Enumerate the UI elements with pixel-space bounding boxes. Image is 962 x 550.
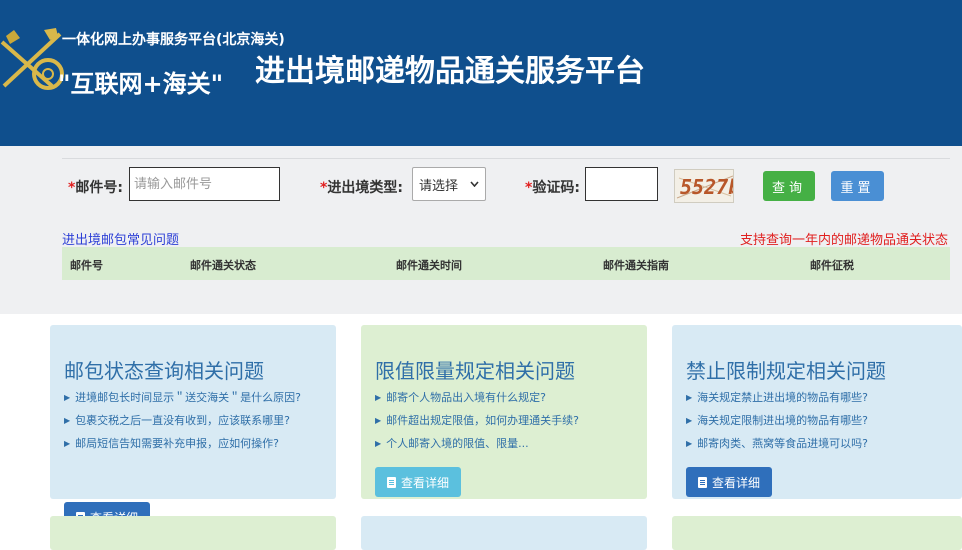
column-header-time: 邮件通关时间 <box>396 259 462 272</box>
direction-type-label: *进出境类型: <box>320 180 403 196</box>
faq-item[interactable]: 海关规定禁止进出境的物品有哪些? <box>686 389 948 407</box>
faq-item[interactable]: 邮寄肉类、燕窝等食品进境可以吗? <box>686 435 948 453</box>
card-title: 禁止限制规定相关问题 <box>686 359 886 383</box>
column-header-guide: 邮件通关指南 <box>603 259 669 272</box>
faq-card-prohibited-items: 禁止限制规定相关问题 海关规定禁止进出境的物品有哪些? 海关规定限制进出境的物品… <box>672 325 962 499</box>
faq-item[interactable]: 个人邮寄入境的限值、限量... <box>375 435 637 453</box>
faq-card-row2-3 <box>672 516 962 550</box>
direction-type-select[interactable]: 请选择 <box>412 167 486 201</box>
search-button[interactable]: 查询 <box>763 171 815 201</box>
divider <box>62 158 950 159</box>
column-header-status: 邮件通关状态 <box>190 259 256 272</box>
captcha-image[interactable]: 5527b <box>674 169 734 203</box>
page-title: 进出境邮递物品通关服务平台 <box>255 54 645 89</box>
document-icon <box>386 476 396 488</box>
faq-card-row2-2 <box>361 516 647 550</box>
faq-item[interactable]: 邮件超出规定限值，如何办理通关手续? <box>375 412 637 430</box>
card-title: 邮包状态查询相关问题 <box>64 359 264 383</box>
faq-item[interactable]: 海关规定限制进出境的物品有哪些? <box>686 412 948 430</box>
view-detail-label: 查看详细 <box>400 475 449 490</box>
column-header-tax: 邮件征税 <box>810 259 854 272</box>
chevron-down-icon <box>470 181 479 187</box>
query-range-notice: 支持查询一年内的邮递物品通关状态 <box>739 233 948 248</box>
mail-number-label: *邮件号: <box>68 180 123 196</box>
column-header-mail-number: 邮件号 <box>70 259 103 272</box>
faq-item[interactable]: 邮寄个人物品出入境有什么规定? <box>375 389 637 407</box>
header-slogan: "互联网+海关" <box>58 70 224 98</box>
view-detail-button[interactable]: 查看详细 <box>686 467 772 497</box>
view-detail-label: 查看详细 <box>711 475 760 490</box>
captcha-label: *验证码: <box>525 180 580 196</box>
faq-link[interactable]: 进出境邮包常见问题 <box>62 229 179 248</box>
faq-card-row2-1 <box>50 516 336 550</box>
faq-card-value-limits: 限值限量规定相关问题 邮寄个人物品出入境有什么规定? 邮件超出规定限值，如何办理… <box>361 325 647 499</box>
view-detail-button[interactable]: 查看详细 <box>375 467 461 497</box>
faq-list: 海关规定禁止进出境的物品有哪些? 海关规定限制进出境的物品有哪些? 邮寄肉类、燕… <box>686 389 948 458</box>
header-subtitle: 一体化网上办事服务平台(北京海关) <box>62 32 285 48</box>
document-icon <box>697 476 707 488</box>
reset-button[interactable]: 重置 <box>831 171 884 201</box>
mail-number-input[interactable] <box>129 167 280 201</box>
faq-item[interactable]: 进境邮包长时间显示＂送交海关＂是什么原因? <box>64 389 326 407</box>
faq-list: 进境邮包长时间显示＂送交海关＂是什么原因? 包裹交税之后一直没有收到，应该联系哪… <box>64 389 326 458</box>
result-table-header: 邮件号 邮件通关状态 邮件通关时间 邮件通关指南 邮件征税 <box>62 247 950 280</box>
captcha-input[interactable] <box>585 167 658 201</box>
faq-card-mail-status: 邮包状态查询相关问题 进境邮包长时间显示＂送交海关＂是什么原因? 包裹交税之后一… <box>50 325 336 532</box>
direction-selected-value: 请选择 <box>419 178 459 194</box>
page-header: 一体化网上办事服务平台(北京海关) "互联网+海关" 进出境邮递物品通关服务平台 <box>0 0 962 146</box>
captcha-text: 5527b <box>680 175 733 199</box>
faq-list: 邮寄个人物品出入境有什么规定? 邮件超出规定限值，如何办理通关手续? 个人邮寄入… <box>375 389 637 458</box>
query-panel: *邮件号: *进出境类型: 请选择 *验证码: 5527b 查询 重置 进出境邮… <box>0 146 962 314</box>
faq-item[interactable]: 邮局短信告知需要补充申报，应如何操作? <box>64 435 326 453</box>
faq-item[interactable]: 包裹交税之后一直没有收到，应该联系哪里? <box>64 412 326 430</box>
card-title: 限值限量规定相关问题 <box>375 359 575 383</box>
